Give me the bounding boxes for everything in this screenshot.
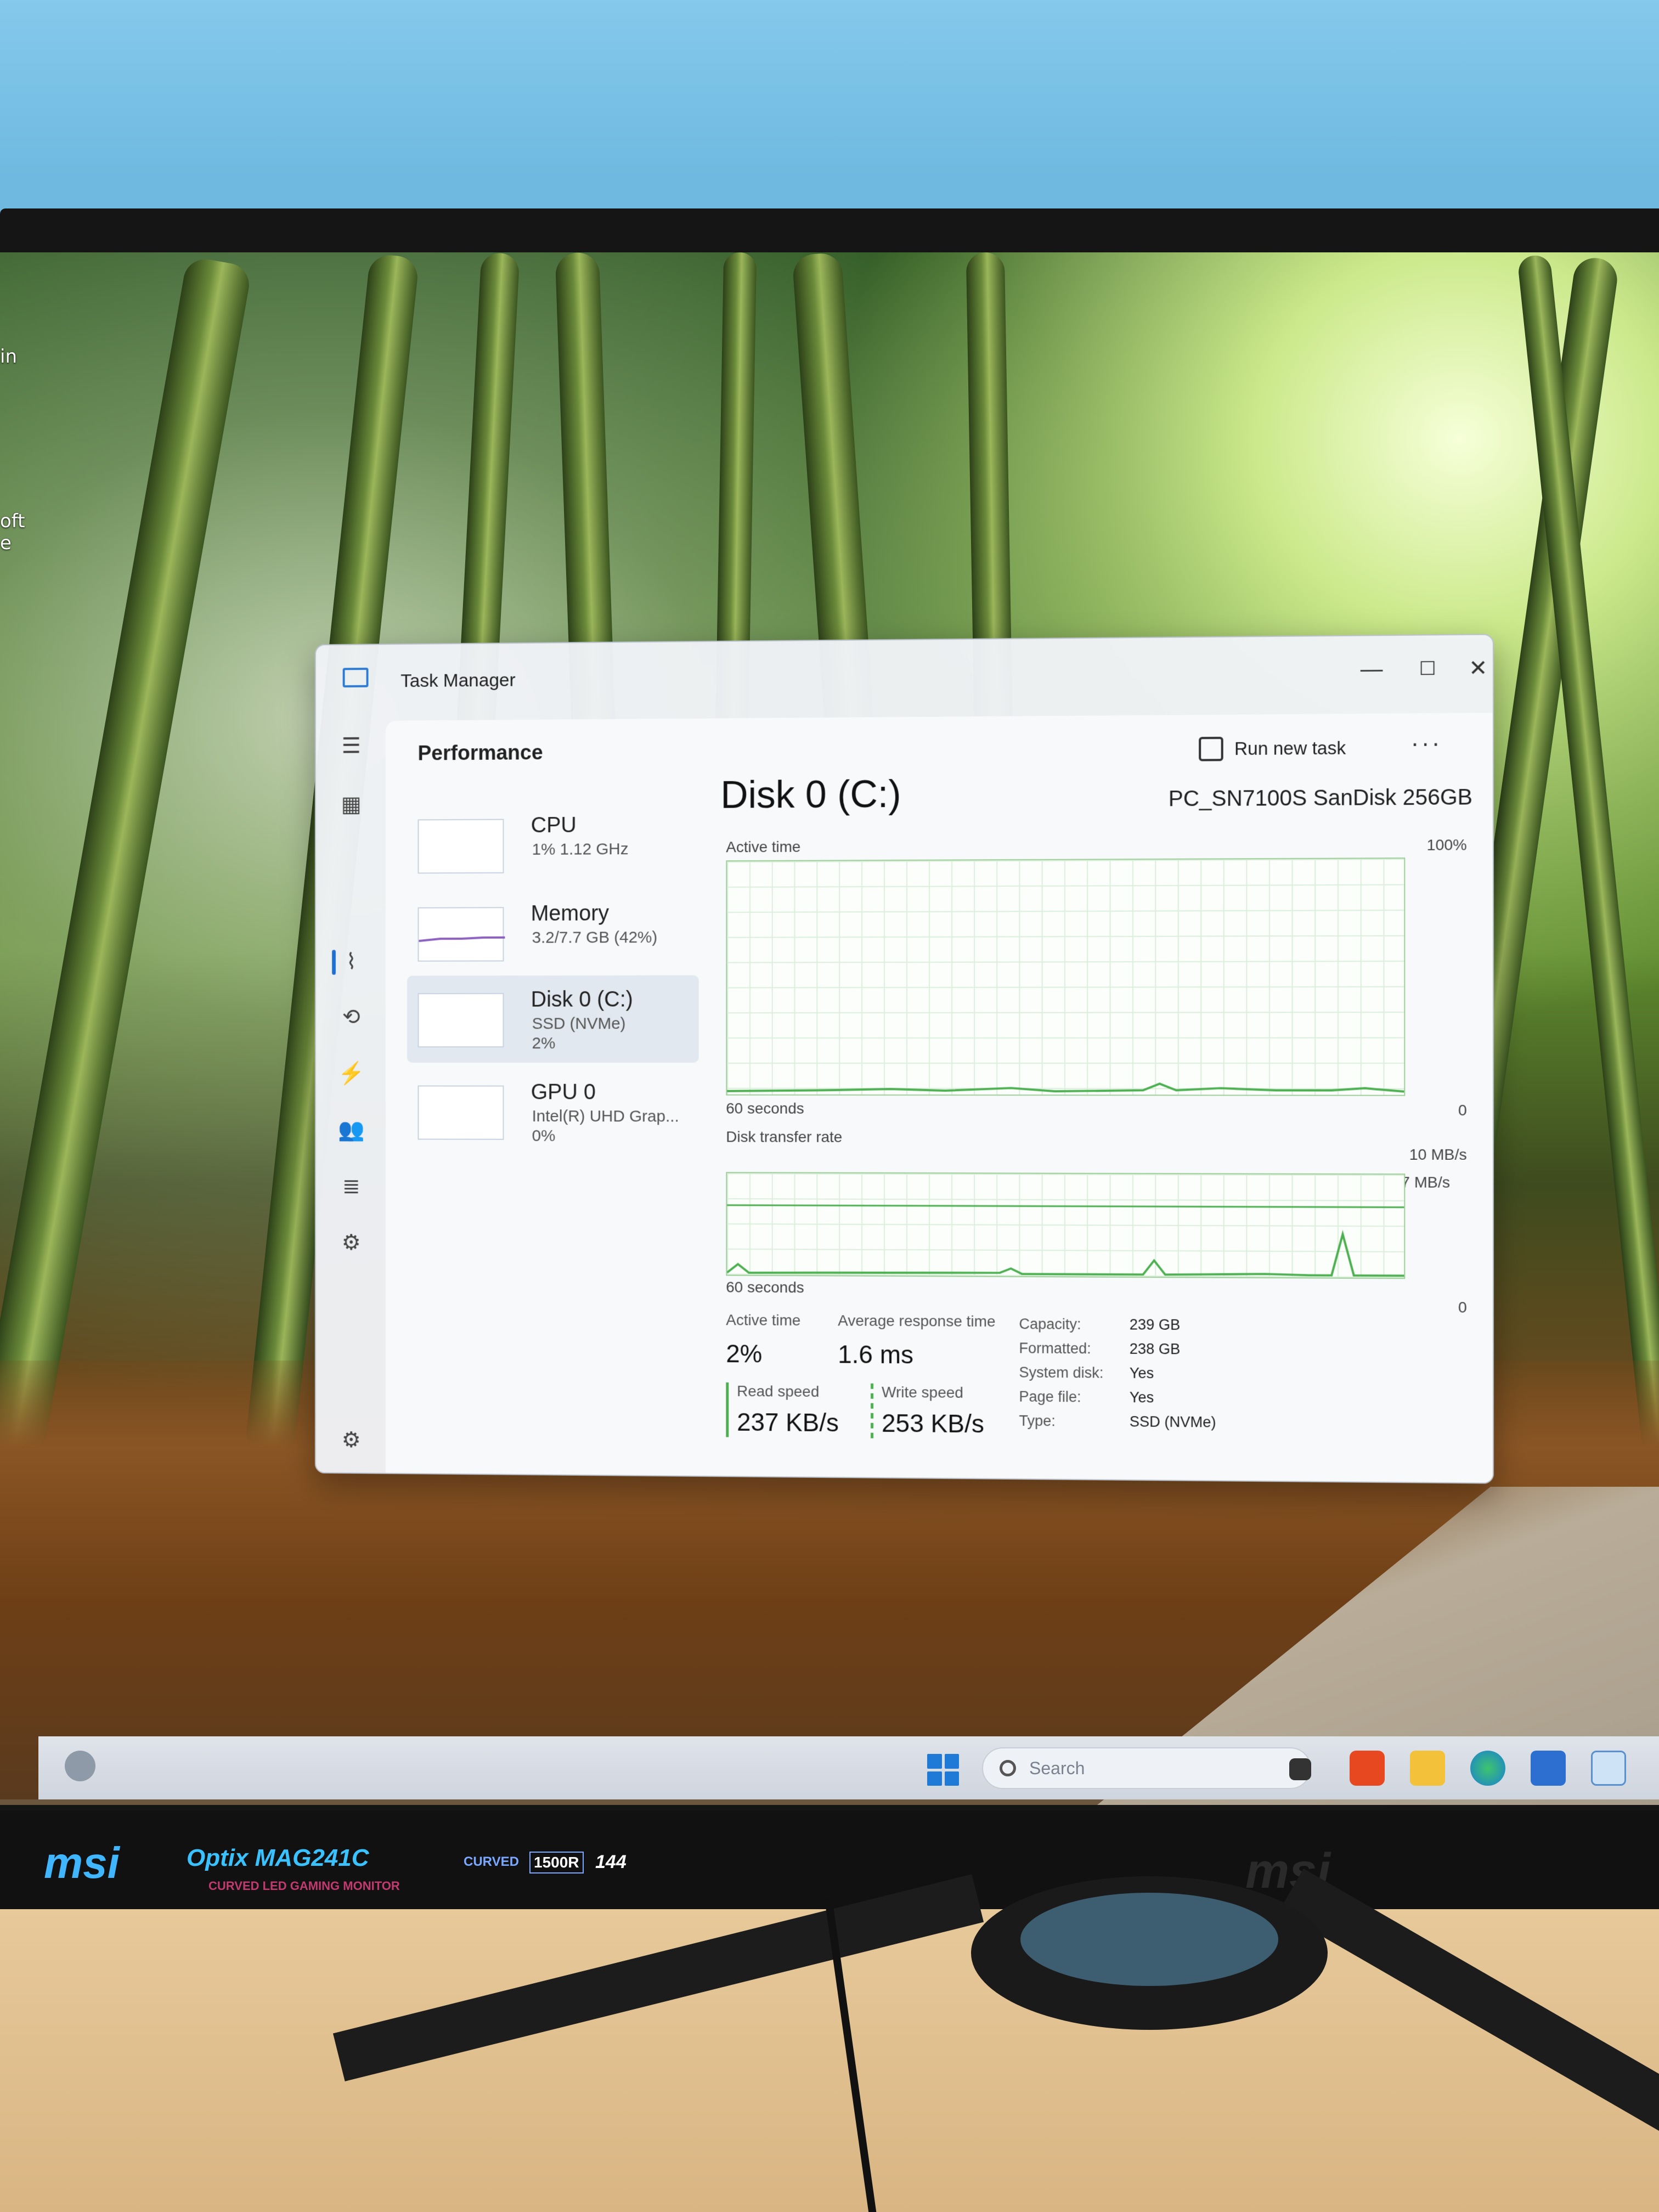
performance-icon[interactable]: ⌇ <box>337 947 365 976</box>
bamboo-stem <box>0 256 252 1455</box>
settings-icon[interactable]: ⚙ <box>337 1426 365 1454</box>
maximize-button[interactable]: ☐ <box>1405 652 1450 685</box>
transfer-rate-graph <box>726 1172 1405 1279</box>
perf-item-memory[interactable]: Memory 3.2/7.7 GB (42%) <box>407 889 699 977</box>
perf-item-gpu[interactable]: GPU 0 Intel(R) UHD Grap... 0% <box>407 1068 699 1155</box>
transfer-rate-graph-max: 10 MB/s <box>1409 1146 1467 1164</box>
item-sub: SSD (NVMe) <box>532 1014 626 1033</box>
nav-rail: ☰ ▦ ⌇ ⟲ ⚡ 👥 ≣ ⚙ ⚙ <box>316 721 386 1475</box>
item-name: Memory <box>531 901 609 926</box>
active-time-stat: 2% <box>726 1339 762 1368</box>
write-speed-stat: 253 KB/s <box>882 1408 984 1438</box>
disk-sparkline <box>418 993 504 1047</box>
photo-scene: in oft e Task Manager — ☐ ✕ ☰ ▦ ⌇ ⟲ ⚡ 👥 … <box>0 0 1659 2212</box>
write-speed-bar <box>871 1384 873 1438</box>
page-title: Performance <box>418 741 543 765</box>
edge-browser-icon[interactable] <box>1470 1751 1505 1786</box>
transfer-rate-graph-min: 0 <box>1458 1299 1467 1316</box>
active-time-stat-label: Active time <box>726 1311 800 1329</box>
taskbar-search[interactable]: Search <box>982 1747 1311 1789</box>
window-title: Task Manager <box>400 670 515 692</box>
item-name: CPU <box>531 813 577 838</box>
avg-response-stat: 1.6 ms <box>838 1339 913 1369</box>
item-sub2: 2% <box>532 1034 556 1053</box>
startup-apps-icon[interactable]: ⚡ <box>337 1059 365 1087</box>
desktop-icon-label[interactable]: oft <box>0 510 25 532</box>
widgets-icon[interactable] <box>65 1751 95 1781</box>
perf-item-cpu[interactable]: CPU 1% 1.12 GHz <box>407 800 699 889</box>
prop-key: System disk: <box>1019 1364 1103 1381</box>
gpu-sparkline <box>418 1086 504 1140</box>
prop-key: Capacity: <box>1019 1316 1081 1333</box>
badge-curved: CURVED <box>464 1854 519 1870</box>
active-time-graph-span: 60 seconds <box>726 1100 804 1118</box>
task-view-icon[interactable] <box>1289 1758 1311 1780</box>
write-speed-label: Write speed <box>882 1384 963 1402</box>
read-speed-bar <box>726 1383 729 1437</box>
desktop-icon-label[interactable]: e <box>0 532 12 554</box>
transfer-rate-graph-span: 60 seconds <box>726 1279 804 1297</box>
transfer-rate-graph-line: 7 MB/s <box>1401 1173 1450 1192</box>
prop-value: Yes <box>1130 1389 1154 1406</box>
app-history-icon[interactable]: ⟲ <box>337 1003 365 1031</box>
badge-1500r: 1500R <box>529 1852 584 1874</box>
disk-title: Disk 0 (C:) <box>720 772 901 817</box>
close-button[interactable]: ✕ <box>1455 652 1494 685</box>
minimize-button[interactable]: — <box>1349 652 1394 686</box>
search-icon <box>1000 1760 1016 1776</box>
item-sub: 1% 1.12 GHz <box>532 840 629 859</box>
prop-key: Page file: <box>1019 1389 1081 1406</box>
store-icon[interactable] <box>1531 1751 1566 1786</box>
users-icon[interactable]: 👥 <box>337 1116 365 1144</box>
prop-value: SSD (NVMe) <box>1130 1413 1216 1431</box>
office-icon[interactable] <box>1350 1751 1385 1786</box>
prop-key: Type: <box>1019 1413 1055 1430</box>
details-icon[interactable]: ≣ <box>337 1172 365 1201</box>
avg-response-label: Average response time <box>838 1312 996 1330</box>
active-time-graph-max: 100% <box>1427 836 1467 854</box>
active-time-graph-min: 0 <box>1458 1102 1467 1119</box>
item-name: GPU 0 <box>531 1080 596 1105</box>
taskbar: Search <box>38 1736 1659 1799</box>
brand-logo: msi <box>44 1838 120 1888</box>
item-name: Disk 0 (C:) <box>531 988 633 1012</box>
prop-key: Formatted: <box>1019 1340 1091 1357</box>
disk-detail-pane: Disk 0 (C:) PC_SN7100S SanDisk 256GB Act… <box>720 746 1472 1468</box>
desktop-icon-label[interactable]: in <box>0 346 17 368</box>
nav-active-indicator <box>332 950 336 974</box>
perf-item-disk[interactable]: Disk 0 (C:) SSD (NVMe) 2% <box>407 975 699 1063</box>
title-bar[interactable]: Task Manager — ☐ ✕ <box>316 635 1493 721</box>
active-time-graph-label: Active time <box>726 838 800 856</box>
task-manager-window[interactable]: Task Manager — ☐ ✕ ☰ ▦ ⌇ ⟲ ⚡ 👥 ≣ ⚙ ⚙ Per… <box>315 634 1494 1483</box>
file-explorer-icon[interactable] <box>1410 1751 1445 1786</box>
hamburger-menu-icon[interactable]: ☰ <box>337 732 365 760</box>
prop-value: 238 GB <box>1130 1341 1181 1358</box>
task-manager-taskbar-icon[interactable] <box>1591 1751 1626 1786</box>
read-speed-label: Read speed <box>737 1383 819 1401</box>
memory-sparkline <box>418 907 504 961</box>
services-icon[interactable]: ⚙ <box>337 1228 365 1257</box>
prop-value: Yes <box>1130 1365 1154 1382</box>
transfer-rate-graph-label: Disk transfer rate <box>726 1128 842 1146</box>
search-placeholder: Search <box>1029 1758 1085 1779</box>
badge-144hz: 144 <box>595 1852 627 1873</box>
item-sub: Intel(R) UHD Grap... <box>532 1107 679 1126</box>
cpu-sparkline <box>418 819 504 874</box>
item-sub: 3.2/7.7 GB (42%) <box>532 928 658 947</box>
monitor-tagline: CURVED LED GAMING MONITOR <box>208 1879 400 1893</box>
processes-icon[interactable]: ▦ <box>337 791 365 819</box>
task-manager-app-icon <box>343 668 369 687</box>
disk-model: PC_SN7100S SanDisk 256GB <box>1169 785 1472 811</box>
active-time-graph <box>726 857 1405 1096</box>
main-panel: Performance Run new task ··· CPU 1% 1.12… <box>386 713 1494 1484</box>
start-button[interactable] <box>927 1754 959 1786</box>
prop-value: 239 GB <box>1130 1316 1181 1334</box>
stand-hole <box>1020 1893 1278 1986</box>
model-name: Optix MAG241C <box>187 1844 369 1872</box>
item-sub2: 0% <box>532 1127 556 1146</box>
read-speed-stat: 237 KB/s <box>737 1407 839 1437</box>
